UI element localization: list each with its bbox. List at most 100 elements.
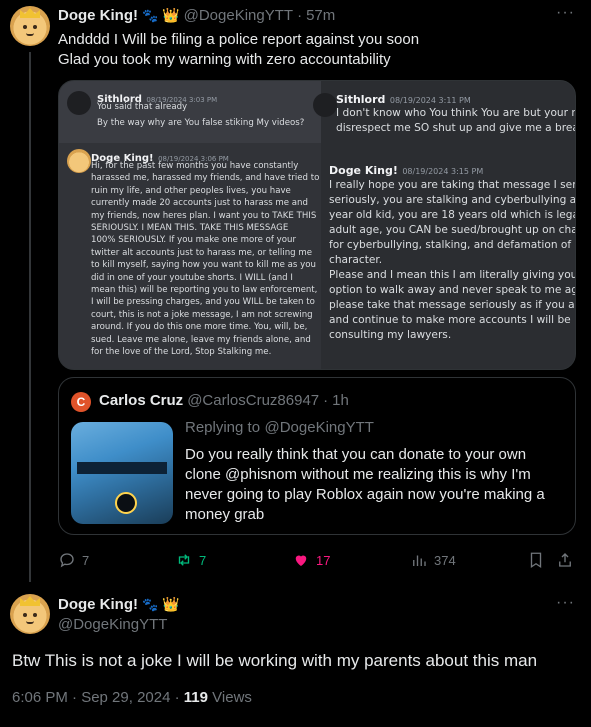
discord-line: and continue to make more accounts I wil… [329, 314, 571, 326]
discord-avatar [67, 91, 91, 115]
attached-image[interactable]: Sithlord 08/19/2024 3:03 PM You said tha… [58, 80, 576, 370]
discord-line: around. If you do this one more time. Yo… [91, 322, 308, 333]
views-count: 374 [434, 552, 456, 568]
quote-image[interactable] [71, 422, 173, 524]
repost-count: 7 [199, 552, 207, 568]
thread-line [29, 52, 31, 582]
share-icon [559, 553, 571, 567]
replying-label: Replying to [185, 419, 261, 436]
repost-icon [178, 554, 190, 566]
discord-line: adult age, you CAN be sued/brought up on… [329, 224, 576, 236]
discord-message-header: Doge King! 08/19/2024 3:15 PM [329, 161, 483, 179]
bookmark-button[interactable] [527, 551, 545, 569]
paw-icon: 🐾 [142, 7, 159, 23]
discord-line: did in one of your youtube shorts. I WIL… [91, 272, 293, 283]
quote-avatar[interactable]: C [71, 392, 91, 412]
discord-line: consulting my lawyers. [329, 329, 452, 341]
discord-line: I will be pressing charges, and you WILL… [91, 297, 315, 308]
crown-icon: 👑 [162, 7, 180, 23]
discord-avatar [67, 149, 91, 173]
quote-image-banner [77, 462, 167, 474]
avatar-eye [23, 613, 27, 617]
quote-header: Carlos Cruz @CarlosCruz86947 · 1h [99, 392, 349, 409]
discord-line: You said that already [97, 102, 188, 112]
quote-line: money grab [185, 506, 265, 523]
discord-author: Sithlord [336, 93, 386, 106]
discord-line: currently made 20 accounts just to haras… [91, 198, 308, 209]
reply-count: 7 [82, 552, 90, 568]
avatar[interactable] [10, 594, 50, 634]
tweet-text: Btw This is not a joke I will be working… [12, 651, 538, 670]
reply-button[interactable]: 7 [58, 551, 89, 569]
discord-line: I don't know who You think You are but y… [336, 107, 576, 119]
more-dots-icon[interactable]: ··· [556, 4, 575, 22]
discord-message: Hi, for the past few months you have con… [91, 160, 319, 369]
avatar-mouth [26, 621, 34, 624]
display-name[interactable]: Doge King! [58, 596, 138, 613]
discord-time: 08/19/2024 3:15 PM [402, 167, 484, 176]
avatar-eye [33, 613, 37, 617]
timestamp[interactable]: 57m [306, 7, 335, 24]
discord-line: my friends, now heres plan. I want you t… [91, 210, 317, 221]
avatar-eye [23, 25, 27, 29]
tweet-text: Andddd I Will be filing a police report … [58, 30, 558, 70]
paw-icon: 🐾 [142, 596, 159, 612]
separator: · [323, 392, 329, 409]
views-label: Views [212, 689, 252, 706]
tweet-line: Andddd I Will be filing a police report … [58, 31, 420, 48]
discord-message: I don't know who You think You are but y… [336, 106, 576, 136]
heart-icon [295, 555, 307, 566]
handle[interactable]: @DogeKingYTT [58, 616, 167, 633]
bookmark-icon [530, 552, 542, 569]
discord-line: for cyberbullying, stalking, and defamat… [329, 239, 572, 251]
timestamp[interactable]: 6:06 PM · Sep 29, 2024 · [12, 689, 180, 706]
avatar-mouth [26, 33, 34, 36]
like-button[interactable]: 17 [292, 551, 330, 569]
quote-text: Do you really think that you can donate … [185, 445, 565, 525]
handle[interactable]: @DogeKingYTT [184, 7, 293, 24]
discord-line: for the love of the Lord, Stop Stalking … [91, 347, 272, 358]
quote-image-caption [79, 476, 165, 488]
discord-message: You said that already By the way why are… [97, 101, 304, 130]
quote-display-name[interactable]: Carlos Cruz [99, 392, 183, 409]
display-name[interactable]: Doge King! [58, 7, 138, 24]
crown-icon [20, 8, 40, 18]
crown-icon: 👑 [162, 596, 180, 612]
repost-button[interactable]: 7 [175, 551, 206, 569]
separator: · [297, 7, 303, 24]
reply-icon [60, 553, 74, 568]
analytics-icon [413, 555, 426, 566]
quote-time[interactable]: 1h [332, 392, 349, 409]
quoted-tweet[interactable]: C Carlos Cruz @CarlosCruz86947 · 1h Repl… [58, 377, 576, 535]
like-count: 17 [316, 552, 331, 568]
avatar[interactable] [10, 6, 50, 46]
discord-line: By the way why are You false stiking My … [97, 118, 305, 129]
quote-line: Do you really think that you can donate … [185, 446, 527, 463]
crown-icon [20, 596, 40, 606]
replying-handle[interactable]: @DogeKingYTT [265, 419, 374, 436]
discord-line: to kill myself, saying how you want to k… [91, 260, 316, 271]
discord-line: twitter alt accounts just to harass me, … [91, 247, 313, 258]
discord-line: harassed me, harassed my friends, and ha… [91, 173, 319, 184]
views-button[interactable]: 374 [410, 551, 456, 569]
discord-message: I really hope you are taking that messag… [329, 178, 576, 343]
discord-line: character. [329, 254, 383, 266]
discord-line: I really hope you are taking that messag… [329, 179, 576, 191]
tweet-line: Glad you took my warning with zero accou… [58, 51, 391, 68]
discord-line: please take that message seriously as if… [329, 299, 576, 311]
avatar-eye [33, 25, 37, 29]
discord-line: disrespect me SO shut up and give me a b… [336, 122, 576, 134]
discord-line: ruin my life, and other peoples lives, y… [91, 185, 291, 196]
discord-line: court, this is not a joke message, I am … [91, 309, 313, 320]
discord-line: mean this) will be reporting you to law … [91, 285, 318, 296]
discord-line: year old kid, you are 18 years old which… [329, 209, 576, 221]
discord-avatar [313, 93, 337, 117]
quote-handle[interactable]: @CarlosCruz86947 [187, 392, 319, 409]
discord-line: 100% SERIOUSLY. If you make one more of … [91, 235, 297, 246]
discord-line: Please and I mean this I am literally gi… [329, 269, 576, 281]
more-dots-icon[interactable]: ··· [556, 594, 575, 612]
discord-line: Hi, for the past few months you have con… [91, 161, 299, 171]
tweet-meta: 6:06 PM · Sep 29, 2024 · 119 Views [12, 689, 252, 706]
share-button[interactable] [556, 551, 574, 569]
views-count: 119 [183, 689, 208, 706]
